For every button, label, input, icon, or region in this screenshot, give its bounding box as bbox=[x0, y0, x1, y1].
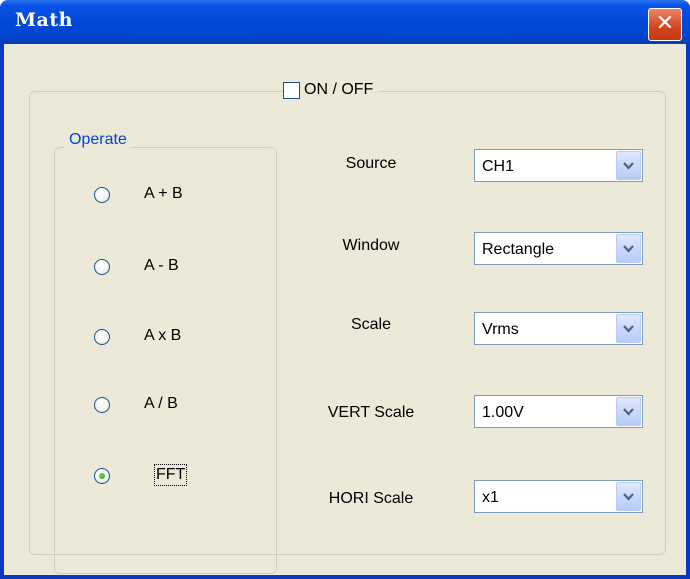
radio-button[interactable] bbox=[94, 397, 110, 413]
hori-scale-value: x1 bbox=[482, 489, 499, 506]
radio-option-subtract[interactable]: A - B bbox=[94, 257, 179, 275]
scale-label: Scale bbox=[350, 316, 392, 333]
window-select[interactable]: Rectangle bbox=[474, 232, 643, 265]
dialog-body: ON / OFF Operate A + B A - B A x B A / B… bbox=[4, 44, 686, 575]
hori-scale-label: HORI Scale bbox=[328, 490, 414, 507]
dropdown-button[interactable] bbox=[616, 482, 641, 511]
radio-button-selected[interactable] bbox=[94, 468, 110, 484]
title-bar[interactable]: Math ✕ bbox=[0, 0, 690, 44]
scale-select[interactable]: Vrms bbox=[474, 312, 643, 345]
radio-label: A + B bbox=[144, 185, 183, 202]
operate-groupbox bbox=[54, 147, 277, 574]
dropdown-button[interactable] bbox=[616, 397, 641, 426]
dropdown-button[interactable] bbox=[616, 151, 641, 180]
close-button[interactable]: ✕ bbox=[648, 8, 682, 41]
dropdown-button[interactable] bbox=[616, 234, 641, 263]
radio-label: A / B bbox=[144, 395, 178, 412]
onoff-label: ON / OFF bbox=[304, 81, 374, 98]
vert-scale-value: 1.00V bbox=[482, 404, 524, 421]
onoff-checkbox[interactable] bbox=[283, 81, 300, 99]
source-label: Source bbox=[345, 155, 397, 172]
radio-option-divide[interactable]: A / B bbox=[94, 395, 178, 413]
vert-scale-label: VERT Scale bbox=[327, 404, 415, 421]
source-value: CH1 bbox=[482, 158, 515, 175]
source-select[interactable]: CH1 bbox=[474, 149, 643, 182]
close-icon: ✕ bbox=[655, 11, 675, 36]
math-dialog: Math ✕ ON / OFF Operate A + B A - B A x … bbox=[0, 0, 690, 579]
chevron-down-icon bbox=[623, 408, 634, 416]
radio-label: A - B bbox=[144, 257, 179, 274]
radio-option-fft[interactable]: FFT bbox=[94, 464, 188, 486]
window-label: Window bbox=[342, 237, 400, 254]
window-value: Rectangle bbox=[482, 241, 555, 258]
chevron-down-icon bbox=[623, 325, 634, 333]
radio-label: A x B bbox=[144, 327, 182, 344]
onoff-toggle[interactable]: ON / OFF bbox=[283, 78, 380, 102]
radio-label: FFT bbox=[153, 464, 188, 486]
radio-button[interactable] bbox=[94, 259, 110, 275]
radio-option-multiply[interactable]: A x B bbox=[94, 327, 181, 345]
radio-button[interactable] bbox=[94, 187, 110, 203]
vert-scale-select[interactable]: 1.00V bbox=[474, 395, 643, 428]
radio-option-add[interactable]: A + B bbox=[94, 185, 183, 203]
radio-button[interactable] bbox=[94, 329, 110, 345]
window-title: Math bbox=[15, 9, 73, 31]
dropdown-button[interactable] bbox=[616, 314, 641, 343]
chevron-down-icon bbox=[623, 245, 634, 253]
operate-legend: Operate bbox=[65, 131, 131, 149]
hori-scale-select[interactable]: x1 bbox=[474, 480, 643, 513]
chevron-down-icon bbox=[623, 162, 634, 170]
chevron-down-icon bbox=[623, 493, 634, 501]
scale-value: Vrms bbox=[482, 321, 519, 338]
